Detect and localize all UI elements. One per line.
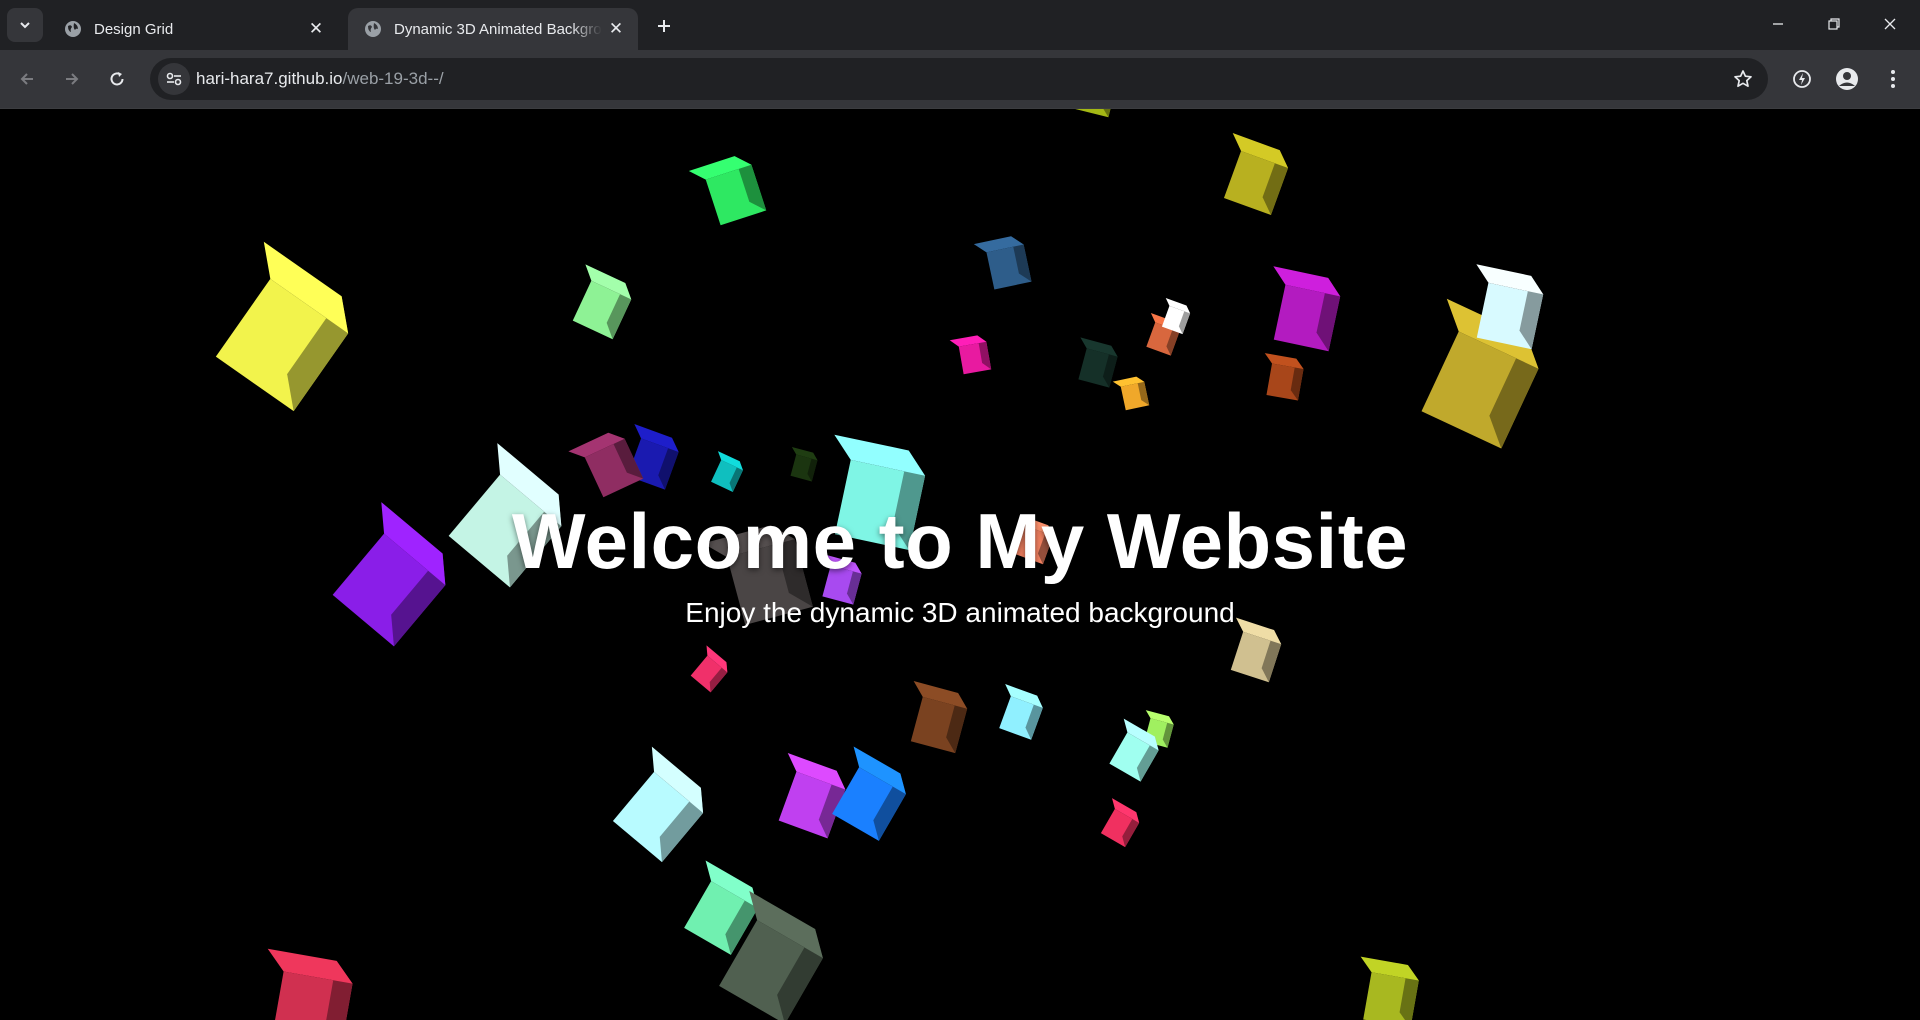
floating-cube (690, 645, 728, 693)
chevron-down-icon (20, 22, 30, 29)
globe-icon (64, 20, 82, 38)
page-subtitle: Enjoy the dynamic 3D animated background (685, 597, 1235, 628)
floating-cube (612, 746, 704, 863)
bookmark-star-icon[interactable] (1728, 64, 1758, 94)
extension-button[interactable] (1785, 62, 1819, 96)
plus-icon (658, 20, 670, 32)
floating-cube (1112, 376, 1150, 411)
arrow-right-icon (66, 73, 79, 85)
reload-button[interactable] (98, 60, 136, 98)
floating-cube (568, 432, 644, 498)
floating-cube (973, 236, 1032, 290)
minimize-icon (1773, 23, 1783, 25)
page-title: Welcome to My Website (511, 497, 1409, 585)
restore-icon (1828, 18, 1840, 30)
floating-cube (790, 446, 818, 482)
toolbar: hari-hara7.github.io/web-19-3d--/ (0, 50, 1920, 109)
tab-title: Dynamic 3D Animated Background (394, 20, 602, 38)
close-window-button[interactable] (1862, 0, 1918, 48)
new-tab-button[interactable] (648, 10, 680, 42)
restore-button[interactable] (1806, 0, 1862, 48)
url-path: /web-19-3d--/ (342, 69, 444, 88)
tab-title: Design Grid (94, 20, 174, 38)
floating-cube (1273, 266, 1341, 352)
back-button[interactable] (8, 60, 46, 98)
more-vert-icon (1891, 70, 1895, 88)
reload-icon (110, 72, 124, 86)
url-text: hari-hara7.github.io/web-19-3d--/ (196, 69, 444, 89)
floating-cube (778, 753, 846, 839)
browser-chrome: Design Grid ✕ Dynamic 3D Animated Backgr… (0, 0, 1920, 109)
arrow-left-icon (20, 73, 33, 85)
avatar-icon (1836, 68, 1858, 90)
page-viewport: Welcome to My Website Enjoy the dynamic … (0, 109, 1920, 1020)
floating-cube (215, 241, 349, 412)
tab-strip: Design Grid ✕ Dynamic 3D Animated Backgr… (0, 0, 1920, 50)
tab-dynamic-3d[interactable]: Dynamic 3D Animated Background ✕ (348, 8, 638, 50)
tab-design-grid[interactable]: Design Grid ✕ (48, 8, 338, 50)
close-icon (1884, 18, 1896, 30)
floating-cube (1100, 798, 1140, 848)
floating-cube (1032, 109, 1128, 118)
menu-button[interactable] (1876, 62, 1910, 96)
floating-cube (1264, 353, 1304, 401)
floating-cube (688, 156, 767, 226)
close-icon[interactable]: ✕ (302, 15, 330, 43)
floating-cube (711, 451, 743, 492)
url-host: hari-hara7.github.io (196, 69, 343, 88)
tune-icon (166, 72, 182, 86)
floating-cube (999, 684, 1043, 740)
floating-cube (1223, 133, 1289, 216)
profile-button[interactable] (1830, 62, 1864, 96)
floating-cube (1360, 956, 1419, 1020)
floating-cube (949, 335, 992, 375)
floating-cube (572, 264, 632, 340)
tab-search-button[interactable] (7, 8, 43, 42)
floating-cube (910, 681, 968, 754)
close-icon[interactable]: ✕ (602, 15, 630, 43)
floating-cube (1078, 337, 1118, 388)
floating-cube (267, 948, 353, 1020)
minimize-button[interactable] (1750, 0, 1806, 48)
address-bar[interactable]: hari-hara7.github.io/web-19-3d--/ (150, 58, 1768, 100)
forward-button[interactable] (53, 60, 91, 98)
performance-icon (1793, 70, 1811, 88)
globe-icon (364, 20, 382, 38)
site-info-button[interactable] (158, 63, 190, 95)
